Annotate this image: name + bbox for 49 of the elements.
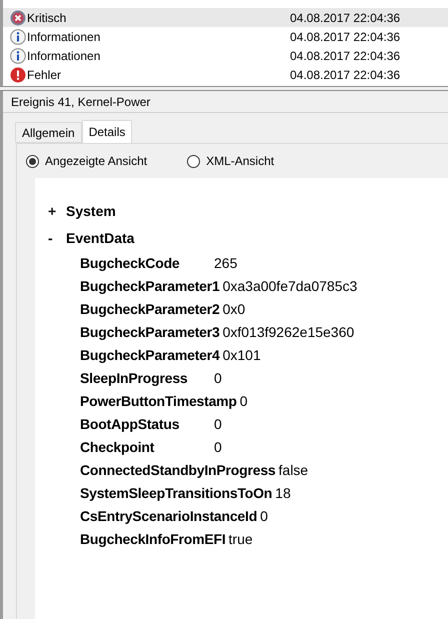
event-date: 04.08.2017 22:04:36 bbox=[290, 48, 400, 64]
field-name: BugcheckInfoFromEFI bbox=[80, 530, 226, 549]
field-name: ConnectedStandbyInProgress bbox=[80, 461, 276, 480]
tree-node-label: System bbox=[66, 202, 116, 221]
field-value: 0x101 bbox=[222, 346, 261, 365]
field-value: 0 bbox=[260, 507, 268, 526]
tree-node-label: EventData bbox=[66, 229, 134, 248]
field-value: 265 bbox=[214, 254, 238, 273]
field-value: 0 bbox=[214, 415, 222, 434]
field-name: BugcheckParameter3 bbox=[80, 323, 220, 342]
info-icon bbox=[10, 48, 26, 64]
view-radio[interactable]: Angezeigte Ansicht bbox=[26, 152, 148, 170]
field-value: 0xa3a00fe7da0785c3 bbox=[222, 277, 358, 296]
field-value: 0 bbox=[240, 392, 248, 411]
radio-label: Angezeigte Ansicht bbox=[45, 153, 148, 170]
field-name: BugcheckParameter4 bbox=[80, 346, 220, 365]
event-date: 04.08.2017 22:04:36 bbox=[290, 10, 400, 26]
field-name: SleepInProgress bbox=[80, 369, 188, 388]
field-name: PowerButtonTimestamp bbox=[80, 392, 237, 411]
event-date: 04.08.2017 22:04:36 bbox=[290, 28, 400, 46]
error-icon bbox=[10, 66, 26, 82]
tree-toggle[interactable]: - bbox=[48, 228, 66, 249]
field-value: 0 bbox=[214, 369, 222, 388]
field-value: 0xf013f9262e15e360 bbox=[222, 323, 354, 342]
event-row[interactable]: Kritisch 04.08.2017 22:04:36 bbox=[3, 8, 448, 27]
event-level: Informationen bbox=[27, 28, 102, 46]
event-level: Informationen bbox=[27, 48, 102, 64]
event-level: Kritisch bbox=[27, 10, 68, 26]
field-name: BootAppStatus bbox=[80, 415, 180, 434]
event-date: 04.08.2017 22:04:36 bbox=[290, 66, 400, 84]
tree-toggle[interactable]: + bbox=[48, 201, 66, 222]
field-name: BugcheckCode bbox=[80, 254, 181, 273]
field-name: Checkpoint bbox=[80, 438, 156, 457]
field-name: CsEntryScenarioInstanceId bbox=[80, 507, 258, 526]
field-value: 18 bbox=[275, 484, 291, 503]
field-value: true bbox=[228, 530, 253, 549]
radio-label: XML-Ansicht bbox=[206, 153, 274, 170]
field-value: false bbox=[278, 461, 308, 480]
view-radio[interactable]: XML-Ansicht bbox=[187, 152, 274, 170]
field-name: BugcheckParameter1 bbox=[80, 277, 220, 296]
event-level: Fehler bbox=[27, 66, 62, 84]
critical-x-icon bbox=[10, 10, 26, 26]
field-value: 0x0 bbox=[222, 300, 246, 319]
info-icon bbox=[10, 28, 26, 44]
field-name: BugcheckParameter2 bbox=[80, 300, 220, 319]
tab[interactable]: Allgemein bbox=[15, 122, 82, 143]
field-name: SystemSleepTransitionsToOn bbox=[80, 484, 272, 503]
tab[interactable]: Details bbox=[82, 120, 132, 143]
field-value: 0 bbox=[214, 438, 222, 457]
